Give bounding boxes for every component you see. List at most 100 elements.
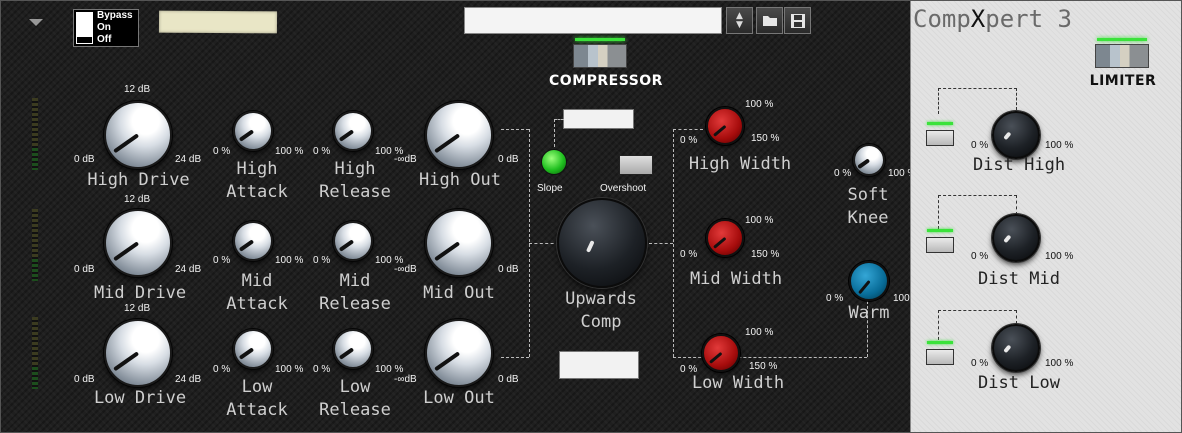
- soft-knee-label-1: Soft: [847, 185, 889, 205]
- upwards-comp-knob[interactable]: [557, 198, 647, 288]
- compressor-display-bottom: [559, 351, 639, 379]
- off-label: Off: [97, 34, 112, 45]
- mid-drive-label: Mid Drive: [93, 283, 187, 303]
- high-attack-min: 0 %: [213, 146, 231, 157]
- low-drive-max: 24 dB: [175, 374, 202, 385]
- low-drive-knob[interactable]: [104, 319, 172, 387]
- open-preset-button[interactable]: [756, 7, 783, 34]
- high-width-top: 100 %: [745, 99, 774, 110]
- low-drive-label: Low Drive: [93, 388, 187, 408]
- high-drive-label: High Drive: [87, 170, 190, 190]
- low-out-min: -∞dB: [394, 374, 417, 385]
- low-attack-label-2: Attack: [226, 400, 288, 420]
- mid-out-knob[interactable]: [425, 209, 493, 277]
- mid-attack-knob[interactable]: [233, 221, 273, 261]
- dist-mid-toggle[interactable]: [926, 229, 954, 253]
- brand-prefix: Comp: [913, 5, 971, 33]
- compressor-title: COMPRESSOR: [549, 73, 663, 89]
- plugin-window: Bypass On Off ▲ ▼ COMPRESSOR 12 dB 0 dB …: [0, 0, 1182, 433]
- mid-release-min: 0 %: [313, 255, 331, 266]
- dist-high-label: Dist High: [972, 155, 1066, 175]
- mid-out-max: 0 dB: [498, 264, 519, 275]
- mid-release-knob[interactable]: [333, 221, 373, 261]
- on-label: On: [97, 22, 111, 33]
- low-attack-min: 0 %: [213, 364, 231, 375]
- menu-arrow-icon[interactable]: [29, 19, 43, 26]
- bypass-switch[interactable]: Bypass On Off: [73, 9, 139, 47]
- low-out-max: 0 dB: [498, 374, 519, 385]
- dist-low-min: 0 %: [971, 358, 989, 369]
- mid-width-knob[interactable]: [706, 219, 744, 257]
- mid-width-top: 100 %: [745, 215, 774, 226]
- high-drive-knob[interactable]: [104, 101, 172, 169]
- low-release-knob[interactable]: [333, 329, 373, 369]
- low-width-max: 150 %: [749, 361, 778, 372]
- low-width-top: 100 %: [745, 327, 774, 338]
- dist-low-connector-right: [1016, 310, 1017, 324]
- mid-release-label-2: Release: [319, 294, 391, 314]
- high-drive-top-label: 12 dB: [124, 84, 151, 95]
- dist-high-knob[interactable]: [992, 111, 1040, 159]
- compressor-led: [575, 38, 625, 41]
- to-width-connector: [649, 243, 673, 244]
- mid-width-max: 150 %: [751, 249, 780, 260]
- mid-drive-max: 24 dB: [175, 264, 202, 275]
- low-release-label-2: Release: [319, 400, 391, 420]
- high-width-connector: [673, 129, 703, 130]
- name-tape: [158, 10, 278, 34]
- dist-high-connector-top: [938, 88, 1017, 89]
- mid-drive-min: 0 dB: [74, 264, 95, 275]
- soft-knee-min: 0 %: [834, 168, 852, 179]
- low-attack-label-1: Low: [241, 377, 273, 397]
- compressor-switch[interactable]: [573, 44, 627, 68]
- dist-high-toggle[interactable]: [926, 122, 954, 146]
- high-width-knob[interactable]: [706, 107, 744, 145]
- slope-label: Slope: [537, 183, 563, 194]
- mid-out-min: -∞dB: [394, 264, 417, 275]
- low-width-knob[interactable]: [702, 334, 740, 372]
- preset-nav-buttons[interactable]: ▲ ▼: [726, 7, 753, 34]
- warm-knob[interactable]: [849, 261, 889, 301]
- high-release-label-2: Release: [319, 182, 391, 202]
- preset-name-field[interactable]: [464, 7, 722, 34]
- slope-connector-v: [554, 119, 555, 147]
- high-out-knob[interactable]: [425, 101, 493, 169]
- dist-low-toggle[interactable]: [926, 341, 954, 365]
- dist-mid-label: Dist Mid: [978, 269, 1060, 289]
- mid-drive-knob[interactable]: [104, 209, 172, 277]
- limiter-switch[interactable]: [1095, 44, 1149, 68]
- overshoot-button[interactable]: [619, 155, 653, 175]
- brand-title: CompXpert 3: [913, 5, 1072, 33]
- save-preset-button[interactable]: [784, 7, 811, 34]
- limiter-toggle[interactable]: [1095, 38, 1149, 68]
- high-release-knob[interactable]: [333, 111, 373, 151]
- mid-width-label: Mid Width: [689, 269, 783, 289]
- slope-button[interactable]: [541, 149, 567, 175]
- limiter-title: LIMITER: [1089, 73, 1157, 89]
- dist-high-connector-right: [1016, 88, 1017, 110]
- upwards-label-1: Upwards: [565, 289, 637, 309]
- high-level-meter: [32, 98, 38, 170]
- dist-low-label: Dist Low: [978, 373, 1060, 393]
- low-attack-knob[interactable]: [233, 329, 273, 369]
- soft-knee-knob[interactable]: [853, 144, 885, 176]
- mid-attack-max: 100 %: [275, 255, 304, 266]
- dist-mid-knob[interactable]: [992, 214, 1040, 262]
- arrow-down-icon[interactable]: ▼: [736, 20, 743, 30]
- compressor-toggle[interactable]: [573, 38, 627, 68]
- width-bus-connector: [673, 129, 674, 357]
- dist-low-knob[interactable]: [992, 324, 1040, 372]
- low-release-min: 0 %: [313, 364, 331, 375]
- slope-connector-h: [554, 119, 564, 120]
- main-panel: Bypass On Off ▲ ▼ COMPRESSOR 12 dB 0 dB …: [1, 1, 921, 432]
- low-out-knob[interactable]: [425, 319, 493, 387]
- limiter-led: [1097, 38, 1147, 41]
- high-attack-label-2: Attack: [226, 182, 288, 202]
- high-attack-knob[interactable]: [233, 111, 273, 151]
- bypass-switch-handle[interactable]: [76, 12, 93, 44]
- warm-label: Warm: [848, 303, 890, 323]
- dist-mid-connector-right: [1016, 195, 1017, 215]
- high-out-max: 0 dB: [498, 154, 519, 165]
- high-drive-min: 0 dB: [74, 154, 95, 165]
- mid-out-label: Mid Out: [423, 283, 495, 303]
